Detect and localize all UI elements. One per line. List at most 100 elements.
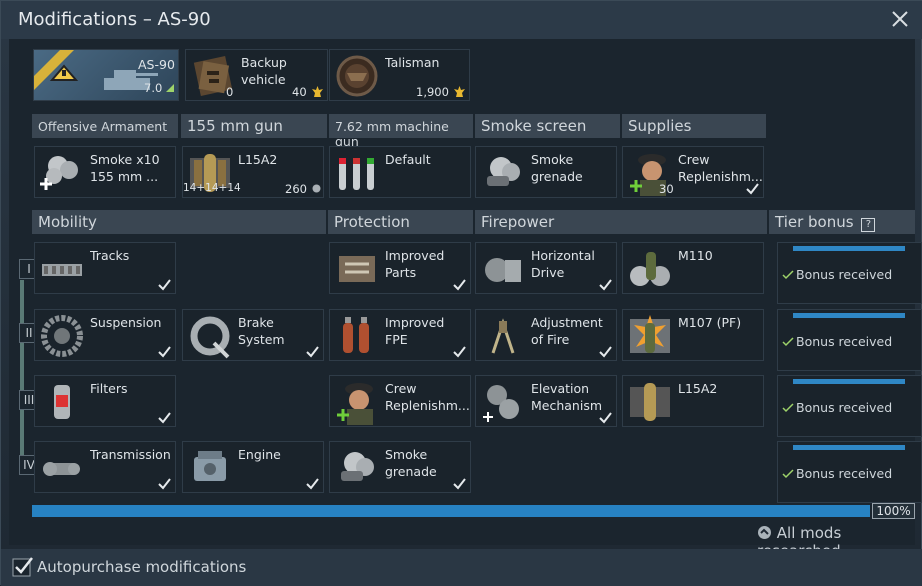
mod-card[interactable]: Brake System [182, 309, 324, 361]
checkmark-icon [599, 412, 612, 424]
research-icon [758, 526, 771, 539]
smoke-shell-icon [40, 156, 78, 190]
mod-icon [43, 462, 80, 476]
mod-icon [41, 315, 83, 357]
checkmark-icon [158, 279, 171, 291]
mod-card[interactable]: Elevation Mechanism [475, 375, 617, 427]
mod-icon [42, 264, 82, 276]
talisman-label: Talisman [385, 55, 440, 70]
header-supplies: Supplies [622, 114, 766, 138]
checkmark-icon [599, 279, 612, 291]
weapon-crew-label: Crew Replenishm... [678, 152, 762, 184]
weapon-mg-label: Default [385, 152, 431, 167]
backup-vehicle-card[interactable]: Backup vehicle 0 40 [185, 49, 328, 101]
backup-vehicle-count: 0 [226, 85, 234, 99]
mod-card[interactable]: Smoke grenade [329, 441, 471, 493]
autopurchase-checkbox[interactable] [12, 556, 34, 578]
mod-label: M107 (PF) [678, 315, 742, 330]
weapon-l15a2[interactable]: L15A2 14+14+14 260 [182, 146, 324, 198]
mod-label: Crew Replenishm... [385, 381, 469, 413]
talisman-price: 1,900 [416, 85, 449, 99]
weapon-crew-count: 30 [659, 182, 674, 196]
mod-card[interactable]: Crew Replenishm... [329, 375, 471, 427]
golden-eagle-icon [454, 86, 465, 97]
mod-label: Transmission [90, 447, 171, 462]
mod-icon [337, 383, 373, 425]
mod-card[interactable]: Improved Parts [329, 242, 471, 294]
mod-card[interactable]: Improved FPE [329, 309, 471, 361]
mod-card[interactable]: L15A2 [622, 375, 764, 427]
mod-card[interactable]: Horizontal Drive [475, 242, 617, 294]
autopurchase-label: Autopurchase modifications [37, 558, 247, 576]
tier-bonus-bar [793, 379, 905, 384]
tier-bonus-text: Bonus received [796, 267, 893, 282]
mod-card[interactable]: Filters [34, 375, 176, 427]
checkmark-icon [158, 346, 171, 358]
weapon-crew-replenishment[interactable]: Crew Replenishm... 30 [622, 146, 764, 198]
mod-card[interactable]: Suspension [34, 309, 176, 361]
title-bar: Modifications – AS-90 [1, 1, 922, 39]
vehicle-card[interactable]: AS-90 7.0 [33, 49, 179, 101]
help-icon[interactable]: ? [861, 218, 876, 232]
check-icon [782, 270, 794, 280]
header-tier-bonus: Tier bonus ? [769, 210, 915, 234]
header-protection: Protection [328, 210, 473, 234]
talisman-card[interactable]: Talisman 1,900 [329, 49, 470, 101]
tier-bonus-3: Bonus received [777, 375, 922, 437]
smoke-grenade-icon [487, 157, 520, 186]
tier-bonus-bar [793, 246, 905, 251]
mod-icon [190, 316, 230, 359]
checkmark-icon [306, 346, 319, 358]
mod-label: M110 [678, 248, 713, 263]
mod-card[interactable]: Transmission [34, 441, 176, 493]
backup-vehicle-price: 40 [292, 85, 307, 99]
weapon-l15a2-loadout: 14+14+14 [183, 182, 241, 194]
checkmark-icon [453, 478, 466, 490]
weapon-mg-default[interactable]: Default [329, 146, 471, 198]
check-icon [782, 403, 794, 413]
footer-bar: Autopurchase modifications [1, 549, 922, 586]
mod-card[interactable]: Adjustment of Fire [475, 309, 617, 361]
header-mobility: Mobility [32, 210, 326, 234]
checkmark-icon [158, 412, 171, 424]
header-smoke-screen: Smoke screen [475, 114, 620, 138]
weapon-smoke-shell[interactable]: Smoke x10 155 mm ... [34, 146, 176, 198]
weapon-l15a2-count: 260 [285, 182, 307, 196]
header-offensive-armament: Offensive Armament [32, 114, 178, 138]
checkmark-icon [746, 183, 759, 195]
mod-card[interactable]: M107 (PF) [622, 309, 764, 361]
mod-card[interactable]: Tracks [34, 242, 176, 294]
mod-label: Improved FPE [385, 315, 445, 347]
close-icon[interactable] [889, 8, 911, 30]
check-icon [782, 337, 794, 347]
checkmark-icon [453, 279, 466, 291]
header-firepower: Firepower [475, 210, 767, 234]
tier-bonus-1: Bonus received [777, 242, 922, 304]
vehicle-rank: 7.0 [144, 81, 163, 95]
mod-label: L15A2 [678, 381, 718, 396]
header-762mm-mg: 7.62 mm machine gun [329, 114, 473, 149]
research-progress-percent: 100% [872, 503, 915, 519]
modifications-window: Modifications – AS-90 AS-90 7.0 Backup v… [0, 0, 922, 586]
mod-icon [491, 318, 515, 354]
mod-label: Elevation Mechanism [531, 381, 603, 413]
vehicle-name: AS-90 [138, 57, 175, 72]
mod-icon [630, 315, 670, 353]
weapon-smoke-grenade[interactable]: Smoke grenade [475, 146, 617, 198]
tier-bonus-text: Bonus received [796, 334, 893, 349]
backup-vehicle-label: Backup vehicle [241, 55, 287, 87]
tier-bonus-label: Tier bonus [775, 213, 854, 231]
tier-bonus-bar [793, 445, 905, 450]
golden-eagle-icon [312, 86, 323, 97]
mod-label: Improved Parts [385, 248, 445, 280]
research-vehicle-icon [34, 50, 79, 90]
mod-card[interactable]: M110 [622, 242, 764, 294]
mod-card[interactable]: Engine [182, 441, 324, 493]
mod-label: Horizontal Drive [531, 248, 595, 280]
mod-label: Suspension [90, 315, 162, 330]
mod-label: Filters [90, 381, 128, 396]
weapon-l15a2-label: L15A2 [238, 152, 278, 167]
check-icon [782, 469, 794, 479]
bullets-icon [339, 158, 374, 190]
mod-label: Smoke grenade [385, 447, 437, 479]
